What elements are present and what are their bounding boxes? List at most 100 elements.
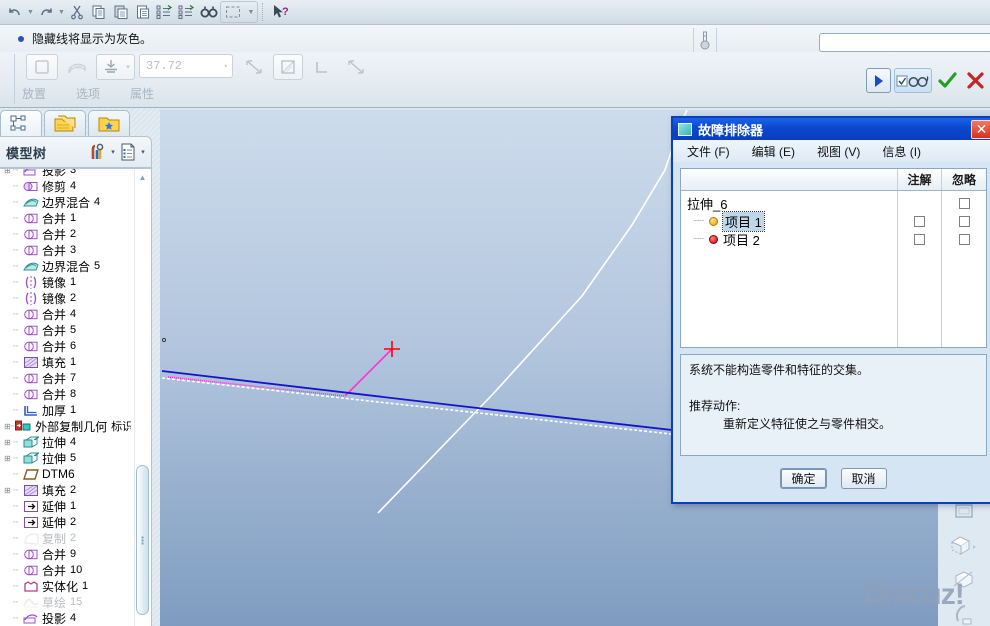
tree-item[interactable]: ┈ 复制 2 [0, 530, 131, 546]
surface-button[interactable] [62, 54, 92, 80]
checkbox-cell[interactable] [942, 212, 986, 230]
model-tree-scrollbar[interactable]: ▲ ▪▪▪ ▼ [134, 170, 149, 626]
thermometer-icon[interactable] [693, 28, 717, 54]
issue-row[interactable]: 拉伸_6 [681, 194, 897, 212]
dashboard-tab-placement[interactable]: 放置 [22, 85, 46, 102]
checkbox-cell[interactable] [942, 194, 986, 212]
cancel-button[interactable] [963, 68, 988, 93]
tree-item[interactable]: ┈ 合并 5 [0, 322, 131, 338]
menu-file[interactable]: 文件 (F) [687, 143, 730, 160]
depth-value-chevron-icon[interactable]: ▾ [224, 62, 228, 71]
tree-item[interactable]: ┈ 镜像 2 [0, 290, 131, 306]
tree-item[interactable]: ┈ 延伸 1 [0, 498, 131, 514]
preview-button[interactable] [894, 68, 932, 93]
scrollbar-thumb[interactable]: ▪ ▪ ▪ [136, 465, 149, 615]
tab-model-tree[interactable] [0, 110, 42, 136]
ok-button[interactable]: 确定 [780, 468, 827, 489]
annotate-column[interactable] [898, 191, 942, 347]
checkbox-cell[interactable] [942, 230, 986, 248]
issue-row[interactable]: ┈┈ 项目 1 [681, 210, 897, 232]
corner-button[interactable] [307, 54, 337, 80]
expand-toggle-icon[interactable]: ⊞ [4, 438, 13, 447]
tree-item[interactable]: ┈ 合并 3 [0, 242, 131, 258]
tools-icon[interactable] [88, 142, 108, 162]
display-style-icon[interactable] [944, 530, 984, 562]
select-dropdown-icon[interactable]: ▼ [245, 1, 258, 23]
menu-info[interactable]: 信息 (I) [882, 143, 921, 160]
regenerate-icon[interactable] [154, 1, 176, 23]
accept-button[interactable] [935, 68, 960, 93]
close-icon[interactable]: ✕ [971, 119, 990, 139]
cut-icon[interactable] [66, 1, 88, 23]
dashboard-tab-properties[interactable]: 属性 [130, 85, 154, 102]
selection-combo[interactable]: ▾ [819, 33, 990, 52]
paste-special-icon[interactable] [132, 1, 154, 23]
annotate-checkbox[interactable] [914, 233, 925, 245]
expand-toggle-icon[interactable]: ⊞ [4, 169, 13, 175]
tree-item[interactable]: ┈ 合并 6 [0, 338, 131, 354]
tools-dropdown-icon[interactable]: ▾ [108, 148, 118, 156]
column-header-annotate[interactable]: 注解 [898, 169, 942, 190]
issue-row[interactable]: ┈┈ 项目 2 [681, 230, 897, 248]
dialog-title-bar[interactable]: 故障排除器 ✕ [673, 118, 990, 140]
tree-item[interactable]: ┈ 延伸 2 [0, 514, 131, 530]
tree-item[interactable]: ┈ 草绘 15 [0, 594, 131, 610]
redo-dropdown-icon[interactable]: ▼ [57, 1, 66, 23]
checkbox-cell[interactable] [898, 212, 941, 230]
dashboard-tab-options[interactable]: 选项 [76, 85, 100, 102]
tree-item[interactable]: ┈ 合并 1 [0, 210, 131, 226]
ignore-checkbox[interactable] [958, 197, 970, 209]
tree-item[interactable]: ┈ 投影 4 [0, 610, 131, 626]
scroll-up-icon[interactable]: ▲ [135, 170, 150, 185]
tree-item[interactable]: ┈ 合并 4 [0, 306, 131, 322]
ignore-checkbox[interactable] [958, 233, 970, 245]
menu-edit[interactable]: 编辑 (E) [752, 143, 795, 160]
tree-item[interactable]: ┈ 合并 10 [0, 562, 131, 578]
tree-item[interactable]: ┈ 合并 8 [0, 386, 131, 402]
tree-item[interactable]: ┈ 实体化 1 [0, 578, 131, 594]
find-icon[interactable] [198, 1, 220, 23]
redo-icon[interactable] [35, 1, 57, 23]
tree-item[interactable]: ┈ 加厚 1 [0, 402, 131, 418]
depth-dropdown-icon[interactable]: ▾ [122, 54, 135, 80]
paste-icon[interactable] [110, 1, 132, 23]
flip-direction-button[interactable] [239, 54, 269, 80]
troubleshooter-dialog[interactable]: 故障排除器 ✕ 文件 (F) 编辑 (E) 视图 (V) 信息 (I) 注解 忽… [671, 116, 990, 504]
tree-item[interactable]: ┈ 合并 7 [0, 370, 131, 386]
expand-toggle-icon[interactable]: ⊞ [4, 422, 11, 431]
tab-layers[interactable] [44, 110, 86, 136]
tree-item[interactable]: ┈ 边界混合 4 [0, 194, 131, 210]
tree-item[interactable]: ┈ DTM6 [0, 466, 131, 482]
cancel-button[interactable]: 取消 [840, 468, 887, 489]
panel-splitter[interactable]: ▫ ▫ [152, 108, 312, 626]
expand-toggle-icon[interactable]: ⊞ [4, 454, 13, 463]
list-settings-icon[interactable] [118, 142, 138, 162]
tree-item[interactable]: ┈ 合并 9 [0, 546, 131, 562]
regenerate-manager-icon[interactable] [176, 1, 198, 23]
list-settings-dropdown-icon[interactable]: ▾ [138, 148, 148, 156]
model-tree-list[interactable]: ⊞ ┈ 投影 3 ┈ 修剪 4 ┈ 边界混合 4 ┈ 合并 1 ┈ 合并 2 ┈ 合并 3 ┈ 边界混合 5 ┈ 镜像 1 ┈ 镜像… [0, 169, 131, 626]
tree-item[interactable]: ⊞ ┈ 拉伸 4 [0, 434, 131, 450]
tree-item[interactable]: ┈ 边界混合 5 [0, 258, 131, 274]
menu-view[interactable]: 视图 (V) [817, 143, 860, 160]
annotate-checkbox[interactable] [914, 215, 925, 227]
checkbox-cell[interactable] [898, 230, 941, 248]
tree-item[interactable]: ⊞ ┈ 填充 2 [0, 482, 131, 498]
copy-icon[interactable] [88, 1, 110, 23]
issue-tree[interactable]: 拉伸_6 ┈┈ 项目 1 ┈┈ 项目 2 [681, 191, 898, 347]
undo-dropdown-icon[interactable]: ▼ [26, 1, 35, 23]
depth-value-field[interactable]: 37.72 ▾ [139, 54, 233, 78]
tree-item[interactable]: ⊞ ┈ 拉伸 5 [0, 450, 131, 466]
thicken-button[interactable] [273, 54, 303, 80]
select-box-icon[interactable] [220, 1, 245, 23]
tree-item[interactable]: ┈ 合并 2 [0, 226, 131, 242]
placement-button[interactable] [26, 54, 58, 80]
tab-favorites[interactable] [88, 110, 130, 136]
tree-item[interactable]: ┈ 修剪 4 [0, 178, 131, 194]
ignore-checkbox[interactable] [958, 215, 970, 227]
flip-side-button[interactable] [341, 54, 371, 80]
undo-icon[interactable] [4, 1, 26, 23]
column-header-ignore[interactable]: 忽略 [942, 169, 986, 190]
context-help-icon[interactable]: ? [268, 1, 296, 23]
resume-button[interactable] [866, 68, 891, 93]
